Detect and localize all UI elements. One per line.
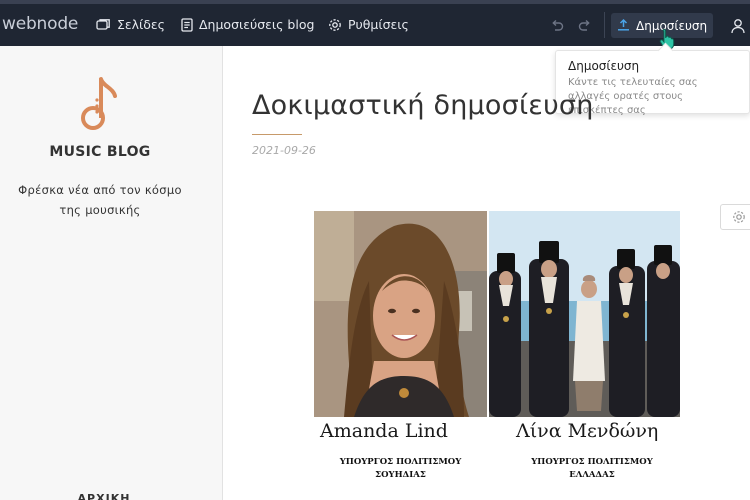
caption-left-name: Amanda Lind (320, 420, 448, 442)
photo-lina-mendoni (489, 211, 680, 417)
tooltip-title: Δημοσίευση (568, 59, 640, 73)
nav-blog-posts-label: Δημοσιεύσεις blog (199, 17, 315, 32)
blog-sidebar: MUSIC BLOG Φρέσκα νέα από τον κόσμο της … (0, 46, 223, 500)
nav-settings-label: Ρυθμίσεις (348, 17, 409, 32)
user-icon[interactable] (731, 18, 745, 38)
top-toolbar: webnode Σελίδες Δημοσιεύσεις blog Ρυθμίσ… (0, 0, 750, 50)
block-settings-button[interactable] (720, 204, 750, 230)
webnode-logo[interactable]: webnode (2, 14, 78, 34)
post-image[interactable]: Amanda Lind ΥΠΟΥΡΓΟΣ ΠΟΛΙΤΙΣΜΟΥ ΣΟΥΗΔΙΑΣ… (314, 211, 680, 480)
caption-right-title-line1: ΥΠΟΥΡΓΟΣ ΠΟΛΙΤΙΣΜΟΥ (531, 457, 653, 467)
gear-icon (328, 18, 342, 32)
upload-icon (617, 18, 630, 34)
caption-left-title: ΥΠΟΥΡΓΟΣ ΠΟΛΙΤΙΣΜΟΥ ΣΟΥΗΔΙΑΣ (314, 456, 487, 480)
blog-name[interactable]: MUSIC BLOG (0, 144, 200, 160)
document-icon (181, 17, 193, 32)
caption-right-title: ΥΠΟΥΡΓΟΣ ΠΟΛΙΤΙΣΜΟΥ ΕΛΛΑΔΑΣ (504, 456, 680, 480)
nav-blog-posts[interactable]: Δημοσιεύσεις blog (181, 17, 314, 32)
music-note-icon[interactable] (80, 76, 120, 138)
menu-item-home[interactable]: ΑΡΧΙΚΗ (0, 492, 208, 500)
photo-amanda-lind (314, 211, 487, 417)
redo-icon[interactable] (577, 18, 593, 34)
pages-icon (96, 18, 111, 31)
caption-left-title-line2: ΣΟΥΗΔΙΑΣ (375, 470, 426, 480)
nav-pages[interactable]: Σελίδες (96, 17, 165, 32)
nav-settings[interactable]: Ρυθμίσεις (328, 17, 409, 32)
caption-right-title-line2: ΕΛΛΑΔΑΣ (569, 470, 615, 480)
post-title[interactable]: Δοκιμαστική δημοσίευση (252, 90, 594, 121)
undo-icon[interactable] (549, 18, 565, 34)
title-underline (252, 134, 302, 135)
toolbar-divider (604, 12, 605, 38)
blog-tagline: Φρέσκα νέα από τον κόσμο της μουσικής (18, 183, 182, 217)
post-date[interactable]: 2021-09-26 (252, 144, 316, 157)
caption-left-title-line1: ΥΠΟΥΡΓΟΣ ΠΟΛΙΤΙΣΜΟΥ (339, 457, 462, 467)
nav-pages-label: Σελίδες (117, 17, 166, 32)
caption-right-name: Λίνα Μενδώνη (516, 420, 659, 442)
